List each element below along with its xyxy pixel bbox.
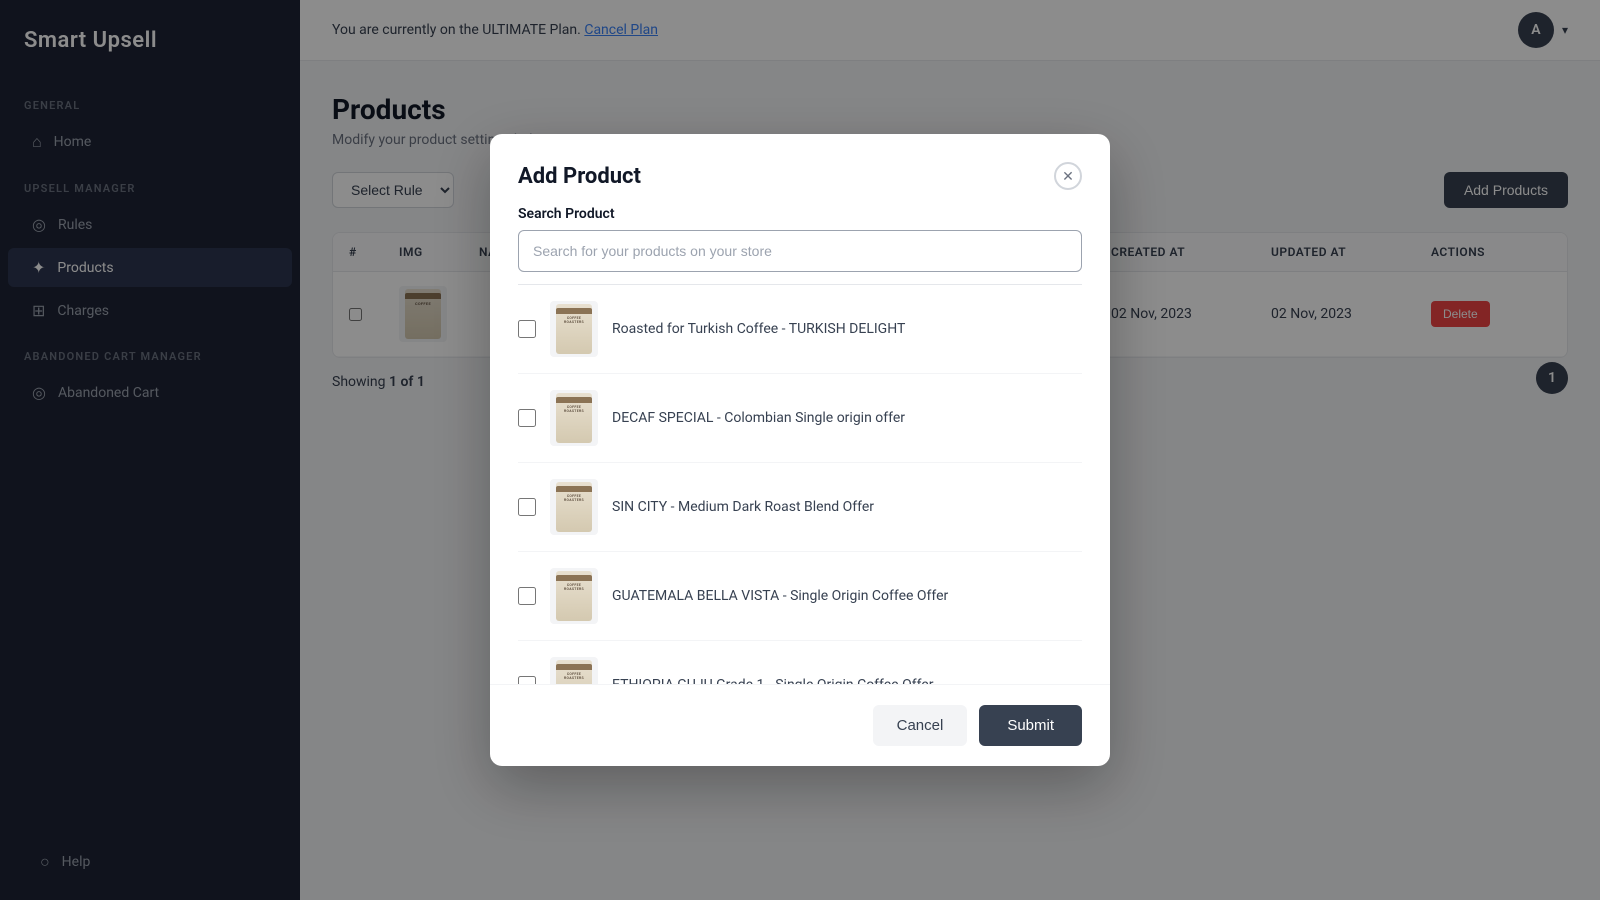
search-label: Search Product bbox=[518, 206, 1082, 222]
product-name: Roasted for Turkish Coffee - TURKISH DEL… bbox=[612, 321, 1082, 337]
product-checkbox[interactable] bbox=[518, 587, 536, 605]
product-image: COFFEEROASTERS bbox=[550, 657, 598, 684]
product-list-item[interactable]: COFFEEROASTERS DECAF SPECIAL - Colombian… bbox=[518, 374, 1082, 463]
product-checkbox[interactable] bbox=[518, 498, 536, 516]
modal-header: Add Product ✕ bbox=[490, 134, 1110, 206]
modal-overlay[interactable]: Add Product ✕ Search Product COFFEEROAST… bbox=[0, 0, 1600, 900]
main-content: You are currently on the ULTIMATE Plan. … bbox=[300, 0, 1600, 900]
product-list-item[interactable]: COFFEEROASTERS ETHIOPIA GUJU Grade 1 - S… bbox=[518, 641, 1082, 684]
product-checkbox[interactable] bbox=[518, 676, 536, 684]
modal-title: Add Product bbox=[518, 164, 641, 189]
product-name: GUATEMALA BELLA VISTA - Single Origin Co… bbox=[612, 588, 1082, 604]
product-list-item[interactable]: COFFEEROASTERS Roasted for Turkish Coffe… bbox=[518, 285, 1082, 374]
product-name: DECAF SPECIAL - Colombian Single origin … bbox=[612, 410, 1082, 426]
product-image: COFFEEROASTERS bbox=[550, 301, 598, 357]
product-checkbox[interactable] bbox=[518, 409, 536, 427]
submit-button[interactable]: Submit bbox=[979, 705, 1082, 746]
product-image: COFFEEROASTERS bbox=[550, 479, 598, 535]
product-image: COFFEEROASTERS bbox=[550, 568, 598, 624]
modal-body: Search Product COFFEEROASTERS Roasted fo… bbox=[490, 206, 1110, 684]
product-name: ETHIOPIA GUJU Grade 1 - Single Origin Co… bbox=[612, 677, 1082, 684]
product-list-item[interactable]: COFFEEROASTERS GUATEMALA BELLA VISTA - S… bbox=[518, 552, 1082, 641]
modal-footer: Cancel Submit bbox=[490, 684, 1110, 766]
add-product-modal: Add Product ✕ Search Product COFFEEROAST… bbox=[490, 134, 1110, 766]
cancel-button[interactable]: Cancel bbox=[873, 705, 968, 746]
product-checkbox[interactable] bbox=[518, 320, 536, 338]
modal-close-button[interactable]: ✕ bbox=[1054, 162, 1082, 190]
product-image: COFFEEROASTERS bbox=[550, 390, 598, 446]
product-name: SIN CITY - Medium Dark Roast Blend Offer bbox=[612, 499, 1082, 515]
product-list-item[interactable]: COFFEEROASTERS SIN CITY - Medium Dark Ro… bbox=[518, 463, 1082, 552]
search-input[interactable] bbox=[518, 230, 1082, 272]
product-list: COFFEEROASTERS Roasted for Turkish Coffe… bbox=[518, 284, 1082, 684]
